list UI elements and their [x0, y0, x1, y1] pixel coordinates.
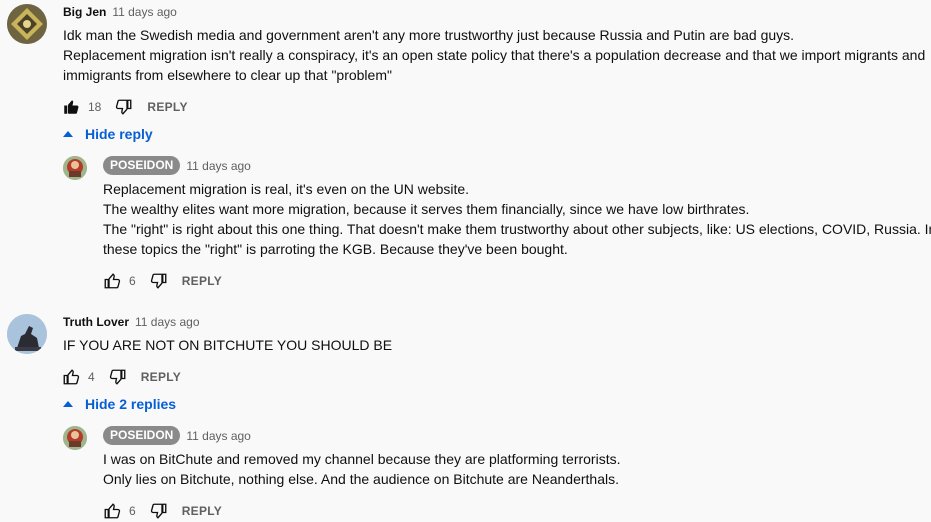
like-icon[interactable]: [103, 272, 121, 290]
comment-line: Idk man the Swedish media and government…: [63, 27, 795, 43]
reply-button[interactable]: REPLY: [182, 504, 222, 518]
comment-line: The wealthy elites want more migration, …: [103, 201, 750, 217]
comment-author-badge[interactable]: POSEIDON: [103, 426, 181, 445]
toggle-label: Hide reply: [85, 126, 153, 142]
comment-author-badge[interactable]: POSEIDON: [103, 156, 181, 175]
caret-up-icon: [63, 131, 73, 137]
dislike-icon[interactable]: [109, 368, 127, 386]
like-count: 18: [88, 100, 102, 114]
like-count: 4: [88, 370, 95, 384]
hide-replies-toggle[interactable]: Hide reply: [63, 126, 153, 142]
reply-button[interactable]: REPLY: [141, 370, 181, 384]
comment-line: these topics the "right" is parroting th…: [103, 241, 568, 257]
avatar[interactable]: [63, 156, 87, 180]
avatar[interactable]: [7, 314, 47, 354]
comment-text: IF YOU ARE NOT ON BITCHUTE YOU SHOULD BE: [63, 335, 392, 355]
avatar[interactable]: [63, 426, 87, 450]
comment-line: immigrants from elsewhere to clear up th…: [63, 67, 392, 83]
dislike-icon[interactable]: [150, 502, 168, 520]
avatar[interactable]: [7, 4, 47, 44]
comment-timestamp[interactable]: 11 days ago: [135, 315, 200, 329]
comment-line: Replacement migration is real, it's even…: [103, 181, 470, 197]
comment-timestamp[interactable]: 11 days ago: [186, 429, 251, 443]
comment-timestamp[interactable]: 11 days ago: [112, 5, 177, 19]
hide-replies-toggle[interactable]: Hide 2 replies: [63, 396, 176, 412]
like-icon[interactable]: [103, 502, 121, 520]
comment-line: Replacement migration isn't really a con…: [63, 47, 926, 63]
like-count: 6: [129, 274, 136, 288]
caret-up-icon: [63, 401, 73, 407]
comment-timestamp[interactable]: 11 days ago: [186, 159, 251, 173]
comment-author[interactable]: Truth Lover: [63, 315, 129, 329]
comment-line: I was on BitChute and removed my channel…: [103, 451, 621, 467]
like-filled-icon[interactable]: [62, 98, 80, 116]
comment-text: I was on BitChute and removed my channel…: [103, 449, 620, 489]
comment-text: Idk man the Swedish media and government…: [63, 25, 925, 85]
comment-line: The "right" is right about this one thin…: [103, 221, 931, 237]
toggle-label: Hide 2 replies: [85, 396, 177, 412]
dislike-icon[interactable]: [150, 272, 168, 290]
reply-button[interactable]: REPLY: [182, 274, 222, 288]
like-icon[interactable]: [62, 368, 80, 386]
comment-line: Only lies on Bitchute, nothing else. And…: [103, 471, 620, 487]
like-count: 6: [129, 504, 136, 518]
dislike-icon[interactable]: [115, 98, 133, 116]
reply-button[interactable]: REPLY: [147, 100, 187, 114]
comment-text: Replacement migration is real, it's even…: [103, 179, 931, 259]
comment-line: IF YOU ARE NOT ON BITCHUTE YOU SHOULD BE: [63, 337, 393, 353]
comment-author[interactable]: Big Jen: [63, 5, 106, 19]
